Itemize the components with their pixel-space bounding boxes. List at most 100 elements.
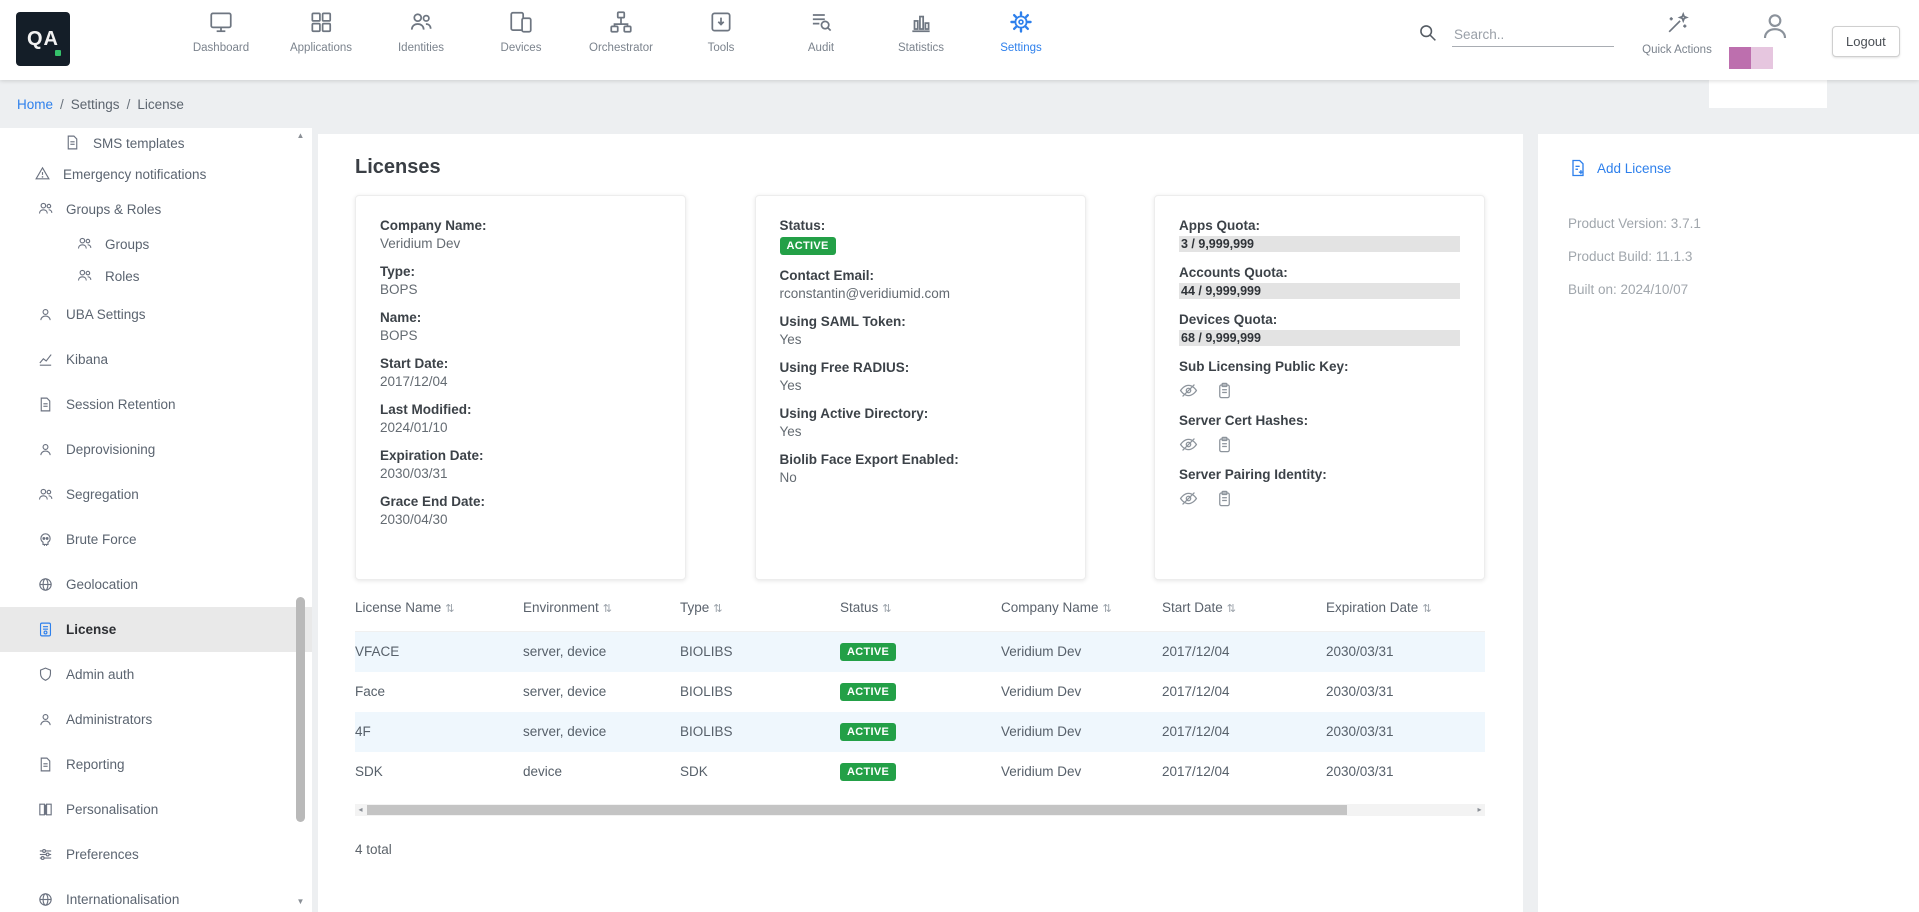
sidebar-item-administrators[interactable]: Administrators (0, 697, 312, 742)
sidebar-item-groups-roles[interactable]: Groups & Roles (0, 190, 312, 228)
sidebar-item-label: Reporting (66, 757, 125, 772)
table-horizontal-scrollbar[interactable]: ◂ ▸ (355, 804, 1485, 816)
sidebar-item-preferences[interactable]: Preferences (0, 832, 312, 877)
audit-search-icon (771, 9, 871, 37)
search-input[interactable] (1452, 23, 1614, 47)
sort-icon: ⇅ (713, 603, 722, 615)
field-value: Yes (780, 424, 1061, 439)
copy-icon[interactable] (1215, 435, 1234, 454)
sidebar-item-license[interactable]: License (0, 607, 312, 652)
nav-item-identities[interactable]: Identities (371, 9, 471, 54)
table-row[interactable]: SDK device SDK ACTIVE Veridium Dev 2017/… (355, 752, 1485, 792)
sidebar-item-geolocation[interactable]: Geolocation (0, 562, 312, 607)
scroll-left-icon[interactable]: ◂ (355, 805, 366, 814)
sort-icon: ⇅ (882, 603, 891, 615)
field-label: Biolib Face Export Enabled: (780, 452, 1061, 467)
sidebar-item-emergency-notifications[interactable]: Emergency notifications (0, 158, 312, 190)
table-row[interactable]: VFACE server, device BIOLIBS ACTIVE Veri… (355, 632, 1485, 672)
quick-actions-button[interactable]: Quick Actions (1627, 11, 1727, 56)
field-label: Server Pairing Identity: (1179, 467, 1460, 482)
col-license-name[interactable]: License Name⇅ (355, 594, 523, 632)
sidebar-item-roles[interactable]: Roles (0, 260, 312, 292)
table-row[interactable]: 4F server, device BIOLIBS ACTIVE Veridiu… (355, 712, 1485, 752)
col-environment[interactable]: Environment⇅ (523, 594, 680, 632)
sidebar-item-reporting[interactable]: Reporting (0, 742, 312, 787)
sidebar-scrollbar[interactable]: ▲ ▼ (294, 130, 307, 908)
breadcrumb-home[interactable]: Home (17, 97, 53, 112)
quota-value: 68 / 9,999,999 (1179, 330, 1460, 346)
scroll-down-icon[interactable]: ▼ (294, 896, 307, 908)
search-icon[interactable] (1417, 22, 1438, 43)
user-menu-panel (1709, 78, 1827, 108)
quota-bar: 3 / 9,999,999 (1179, 236, 1460, 252)
sidebar-item-kibana[interactable]: Kibana (0, 337, 312, 382)
field-label: Start Date: (380, 356, 661, 371)
field-label: Name: (380, 310, 661, 325)
add-license-button[interactable]: Add License (1568, 158, 1889, 178)
topbar: QA Dashboard Applications Identities Dev… (0, 0, 1919, 80)
server-pairing-identity: Server Pairing Identity: (1179, 467, 1460, 508)
sidebar-item-label: Admin auth (66, 667, 134, 682)
people-icon (76, 267, 94, 285)
sidebar-item-brute-force[interactable]: Brute Force (0, 517, 312, 562)
field-value: rconstantin@veridiumid.com (780, 286, 1061, 301)
breadcrumb-settings[interactable]: Settings (71, 97, 120, 112)
nav-label: Tools (671, 42, 771, 54)
col-status[interactable]: Status⇅ (840, 594, 1001, 632)
table-row[interactable]: Face server, device BIOLIBS ACTIVE Verid… (355, 672, 1485, 712)
app-logo[interactable]: QA (16, 12, 70, 66)
scroll-up-icon[interactable]: ▲ (294, 130, 307, 142)
people-icon (37, 200, 55, 218)
eye-off-icon[interactable] (1179, 381, 1198, 400)
sidebar-item-groups[interactable]: Groups (0, 228, 312, 260)
scrollbar-thumb[interactable] (296, 597, 305, 823)
sidebar-item-personalisation[interactable]: Personalisation (0, 787, 312, 832)
sidebar-item-label: Brute Force (66, 532, 137, 547)
sidebar-item-deprovisioning[interactable]: Deprovisioning (0, 427, 312, 472)
nav-item-settings[interactable]: Settings (971, 9, 1071, 54)
eye-off-icon[interactable] (1179, 489, 1198, 508)
field-label: Using Active Directory: (780, 406, 1061, 421)
quota-bar: 68 / 9,999,999 (1179, 330, 1460, 346)
copy-icon[interactable] (1215, 381, 1234, 400)
sidebar-item-label: Internationalisation (66, 892, 179, 907)
nav-label: Devices (471, 42, 571, 54)
breadcrumb-separator: / (127, 97, 131, 112)
quota-value: 44 / 9,999,999 (1179, 283, 1460, 299)
sidebar-item-admin-auth[interactable]: Admin auth (0, 652, 312, 697)
col-start-date[interactable]: Start Date⇅ (1162, 594, 1326, 632)
nav-item-audit[interactable]: Audit (771, 9, 871, 54)
eye-off-icon[interactable] (1179, 435, 1198, 454)
col-type[interactable]: Type⇅ (680, 594, 840, 632)
content-area: SMS templates Emergency notifications Gr… (0, 128, 1919, 912)
warning-icon (34, 165, 52, 183)
nav-label: Settings (971, 42, 1071, 54)
scroll-right-icon[interactable]: ▸ (1474, 805, 1485, 814)
add-license-label: Add License (1597, 161, 1671, 176)
field-label: Last Modified: (380, 402, 661, 417)
nav-item-tools[interactable]: Tools (671, 9, 771, 54)
nav-item-statistics[interactable]: Statistics (871, 9, 971, 54)
sidebar-item-session-retention[interactable]: Session Retention (0, 382, 312, 427)
logout-button[interactable]: Logout (1832, 26, 1900, 57)
scrollbar-thumb[interactable] (367, 805, 1347, 815)
nav-label: Statistics (871, 42, 971, 54)
avatar[interactable] (1752, 10, 1798, 46)
sidebar-item-segregation[interactable]: Segregation (0, 472, 312, 517)
box-download-icon (671, 9, 771, 37)
nav-item-applications[interactable]: Applications (271, 9, 371, 54)
sidebar-item-sms-templates[interactable]: SMS templates (0, 128, 312, 158)
sidebar-item-internationalisation[interactable]: Internationalisation (0, 877, 312, 912)
nav-item-orchestrator[interactable]: Orchestrator (571, 9, 671, 54)
col-company-name[interactable]: Company Name⇅ (1001, 594, 1162, 632)
status-badge: ACTIVE (840, 763, 896, 781)
avatar-swatch-light (1751, 47, 1773, 69)
nav-item-devices[interactable]: Devices (471, 9, 571, 54)
nav-item-dashboard[interactable]: Dashboard (171, 9, 271, 54)
copy-icon[interactable] (1215, 489, 1234, 508)
field-value: Veridium Dev (380, 236, 661, 251)
line-chart-icon (37, 351, 55, 369)
sidebar-item-uba-settings[interactable]: UBA Settings (0, 292, 312, 337)
col-expiration-date[interactable]: Expiration Date⇅ (1326, 594, 1485, 632)
table-total: 4 total (355, 842, 1486, 857)
